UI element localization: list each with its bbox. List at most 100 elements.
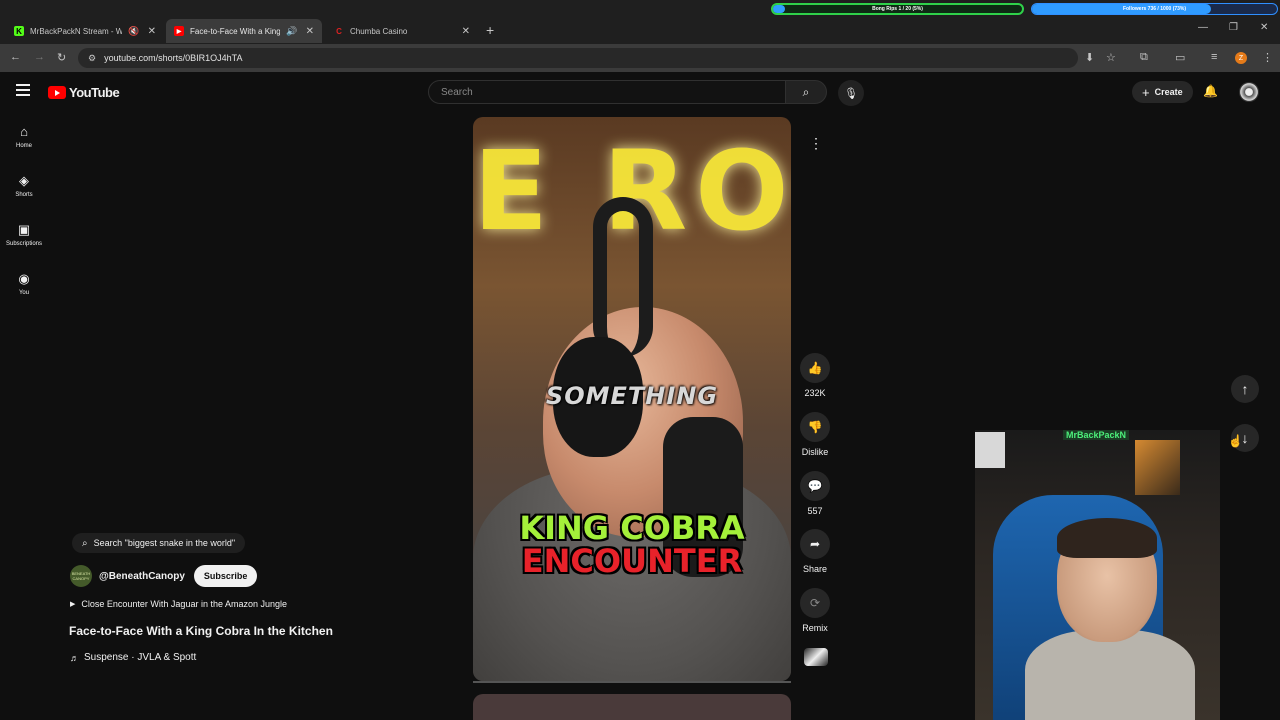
stream-goal-1-label: Bong Rips 1 / 20 (5%) [872,6,923,12]
you-icon: ◉ [18,271,30,286]
create-button[interactable]: + Create [1132,81,1193,103]
music-title: Suspense · JVLA & Spott [84,652,197,663]
subscribe-button[interactable]: Subscribe [193,565,258,587]
streamer-hair [1057,518,1157,558]
related-video-link[interactable]: ▶ Close Encounter With Jaguar in the Ama… [70,599,287,609]
tab-chumba-casino[interactable]: C Chumba Casino ✕ [326,19,478,43]
search-placeholder: Search [441,86,473,98]
kick-favicon-icon: K [14,26,24,36]
browser-toolbar: ← → ↻ ⚙ youtube.com/shorts/0BIR1OJ4hTA ⬇… [0,44,1280,72]
short-video-player[interactable]: E ROG SOMETHING KING COBRA ENCOUNTER [473,117,791,681]
stream-goal-bar-2: Followers 736 / 1000 (73%) [1031,3,1278,15]
search-suggestion-chip[interactable]: ⌕ Search "biggest snake in the world" [72,533,246,553]
tab-kick-stream[interactable]: K MrBackPackN Stream - Wa 🔇 ✕ [6,19,164,43]
comment-icon: 💬 [800,471,830,501]
menu-icon[interactable] [16,84,30,99]
youtube-header: YouTube Search ⌕ 🎙 + Create 🔔 [0,72,1280,114]
url-text: youtube.com/shorts/0BIR1OJ4hTA [104,53,243,63]
account-avatar[interactable] [1239,82,1259,102]
channel-name[interactable]: @BeneathCanopy [99,571,185,582]
search-icon: ⌕ [802,84,810,99]
bookmark-star-icon[interactable]: ☆ [1106,51,1116,64]
window-close-icon[interactable]: ✕ [1260,22,1268,33]
guide-item-shorts[interactable]: ◈ Shorts [0,163,48,212]
guide-label: Subscriptions [5,241,43,247]
share-button[interactable]: ➦ Share [795,529,835,574]
tab-mute-icon[interactable]: 🔇 [128,26,139,37]
browser-tabstrip: Bong Rips 1 / 20 (5%) Followers 736 / 10… [0,0,1280,44]
more-options-icon[interactable]: ⋮ [804,131,828,155]
youtube-favicon-icon: ▶ [174,26,184,36]
previous-short-button[interactable]: ↑ [1231,375,1259,403]
address-bar[interactable]: ⚙ youtube.com/shorts/0BIR1OJ4hTA [78,48,1078,68]
thumbs-up-icon: 👍 [800,353,830,383]
profile-avatar[interactable]: Z [1235,52,1247,64]
dislike-label: Dislike [801,447,829,457]
forward-icon[interactable]: → [34,51,45,63]
tab-close-icon[interactable]: ✕ [148,26,156,37]
caption-mid: SOMETHING [545,382,719,410]
tab-close-icon[interactable]: ✕ [462,26,470,37]
streamer-body [1025,630,1195,720]
share-arrow-icon: ➦ [800,529,830,559]
new-tab-icon[interactable]: + [486,22,494,38]
caption-king-cobra: KING COBRA [519,509,745,547]
remix-icon: ⟳ [800,588,830,618]
guide-item-subscriptions[interactable]: ▣ Subscriptions [0,212,48,261]
microphone-icon: 🎙 [844,87,858,100]
search-suggestion-text: Search "biggest snake in the world" [93,538,236,548]
voice-search-button[interactable]: 🎙 [838,80,864,106]
related-video-title: Close Encounter With Jaguar in the Amazo… [81,599,288,609]
split-view-icon[interactable]: ▭ [1175,51,1185,64]
music-note-icon: ♬ [70,652,79,663]
video-progress-bar[interactable] [473,681,791,683]
short-title[interactable]: Face-to-Face With a King Cobra In the Ki… [69,624,333,638]
guide-item-you[interactable]: ◉ You [0,261,48,310]
tiger-poster [1135,440,1180,495]
reload-icon[interactable]: ↻ [57,51,66,64]
stream-goal-bar-1: Bong Rips 1 / 20 (5%) [771,3,1024,15]
like-count: 232K [804,388,826,398]
tab-title: MrBackPackN Stream - Wa [30,26,123,36]
media-controls-icon[interactable]: ≡ [1211,51,1217,63]
comments-button[interactable]: 💬 557 [795,471,835,516]
share-label: Share [802,564,828,574]
arrow-up-icon: ↑ [1241,381,1249,397]
like-button[interactable]: 👍 232K [795,353,835,398]
youtube-logo-text: YouTube [69,85,120,100]
next-short-preview[interactable] [473,694,791,720]
extensions-icon[interactable]: ⧉ [1140,51,1148,64]
tab-audio-icon[interactable]: 🔊 [286,26,297,37]
minimize-icon[interactable]: — [1198,22,1208,33]
guide-label: You [18,290,30,296]
comment-count: 557 [807,506,823,516]
dislike-button[interactable]: 👎 Dislike [795,412,835,457]
stream-goal-2-label: Followers 736 / 1000 (73%) [1122,6,1187,12]
sound-thumbnail[interactable] [804,648,828,666]
mouse-cursor-icon: ☝ [1228,434,1243,448]
caption-encounter: ENCOUNTER [521,542,743,580]
tab-youtube-short[interactable]: ▶ Face-to-Face With a King C 🔊 ✕ [166,19,322,43]
chumba-favicon-icon: C [336,26,342,36]
search-icon: ⌕ [82,537,88,549]
install-app-icon[interactable]: ⬇ [1085,51,1094,64]
back-icon[interactable]: ← [10,51,21,63]
shorts-icon: ◈ [19,173,29,188]
search-button[interactable]: ⌕ [785,80,827,104]
headphones-icon [593,197,653,357]
notifications-bell-icon[interactable]: 🔔 [1203,84,1218,98]
tab-close-icon[interactable]: ✕ [306,26,314,37]
channel-avatar[interactable]: BENEATH CANOPY [70,565,92,587]
remix-button[interactable]: ⟳ Remix [795,588,835,633]
remix-label: Remix [802,623,828,633]
search-input[interactable]: Search [428,80,786,104]
guide-label: Home [15,143,32,149]
guide-label: Shorts [15,192,33,198]
menu-kebab-icon[interactable]: ⋮ [1262,51,1273,64]
youtube-logo[interactable]: YouTube [48,85,120,100]
site-info-icon[interactable]: ⚙ [88,53,96,64]
channel-row: BENEATH CANOPY @BeneathCanopy Subscribe [70,565,258,587]
music-link[interactable]: ♬ Suspense · JVLA & Spott [70,652,196,663]
restore-icon[interactable]: ❐ [1229,22,1238,33]
guide-item-home[interactable]: ⌂ Home [0,114,48,163]
